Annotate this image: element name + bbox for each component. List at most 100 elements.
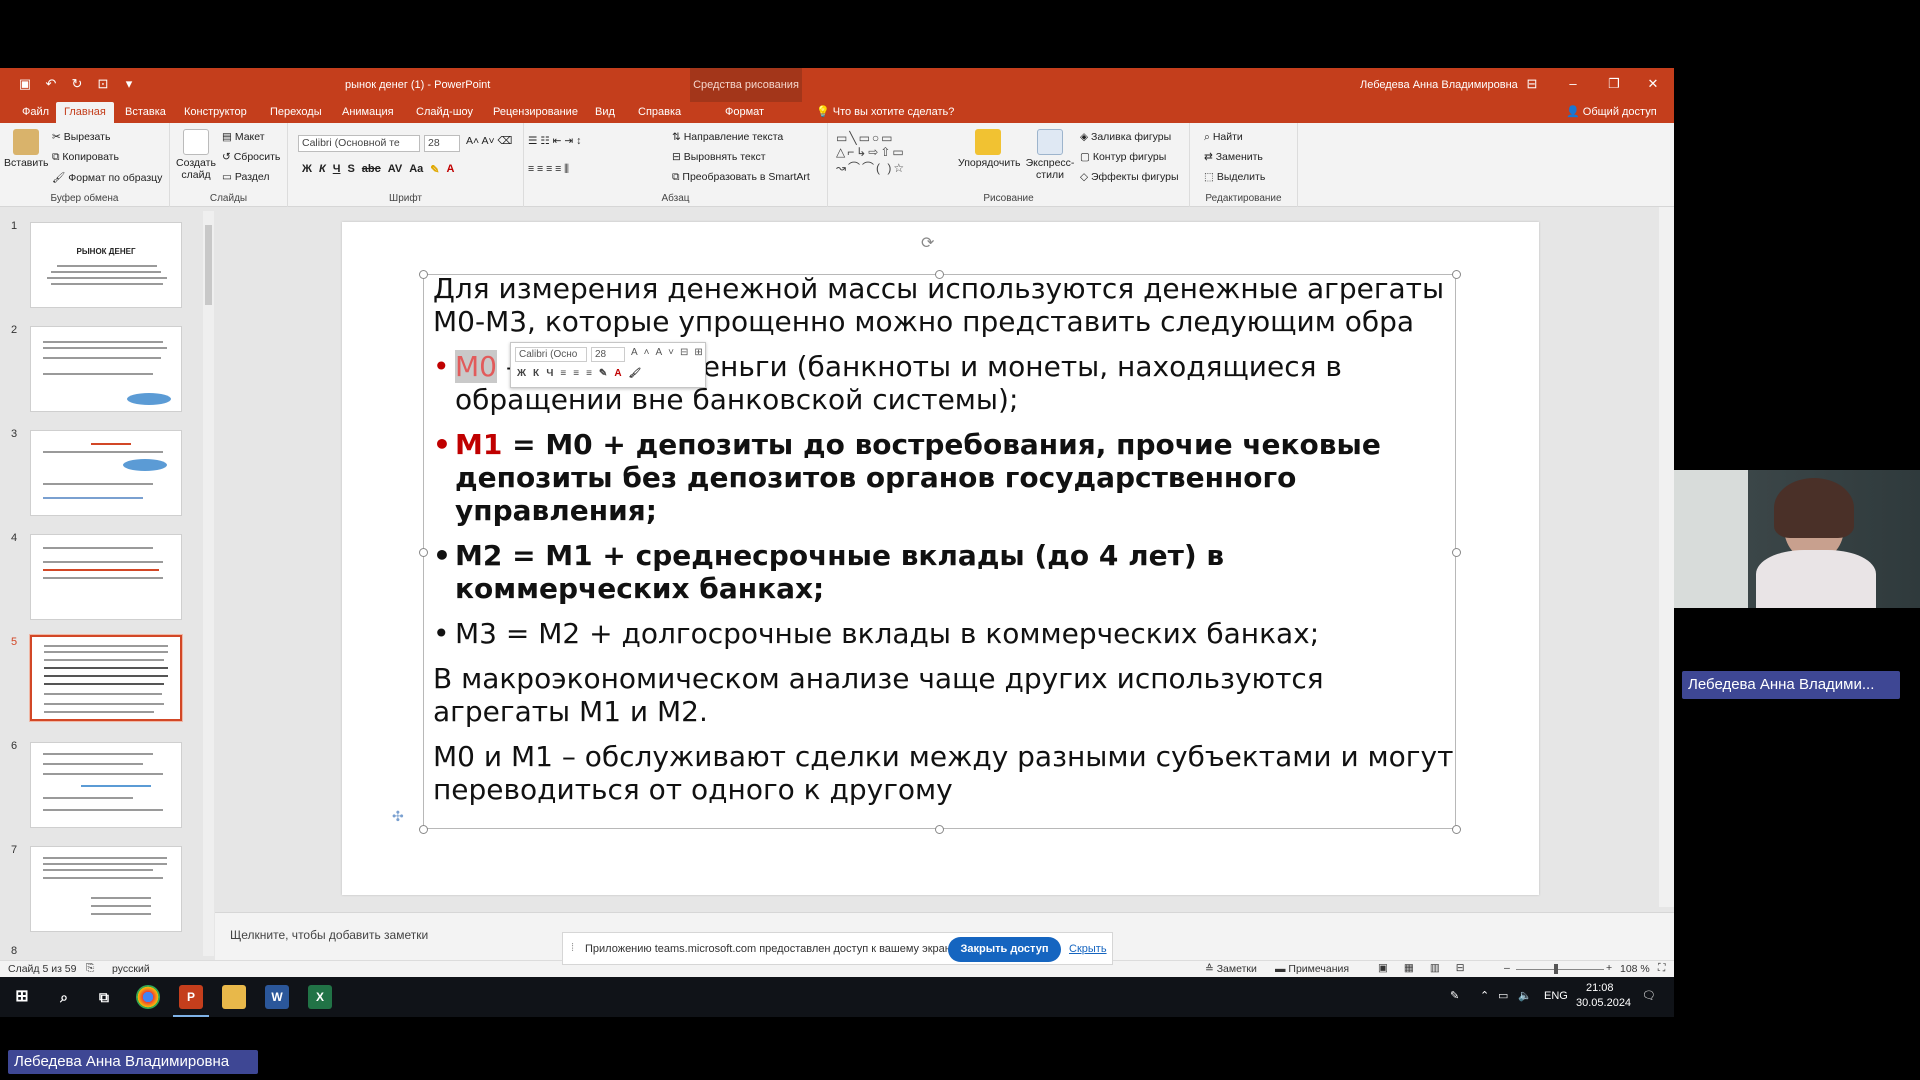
mini-size-buttons[interactable]: A˄A˅⊟⊞ (631, 347, 709, 358)
list-buttons[interactable]: ☰ ☷ ⇤ ⇥ ↕ (528, 135, 581, 147)
input-language[interactable]: ENG (1544, 990, 1568, 1002)
shapes-gallery[interactable]: ▭╲▭○▭ △⌐↳⇨⇧▭ ↝⌒⌒( )☆ (836, 131, 906, 176)
shape-fill-button[interactable]: ◈ Заливка фигуры (1080, 131, 1171, 143)
comments-toggle[interactable]: ▬ Примечания (1275, 963, 1349, 975)
scrollbar-grip[interactable] (205, 225, 212, 305)
resize-handle[interactable] (1452, 825, 1461, 834)
shadow-icon[interactable]: S (347, 163, 354, 176)
slide-thumbnail-1[interactable]: РЫНОК ДЕНЕГ (30, 222, 182, 308)
shape-effects-button[interactable]: ◇ Эффекты фигуры (1080, 171, 1179, 183)
file-explorer-icon[interactable] (222, 985, 246, 1009)
find-button[interactable]: ⌕ Найти (1204, 131, 1243, 144)
customize-qat-icon[interactable]: ▾ (122, 77, 136, 91)
zoom-in-icon[interactable]: + (1606, 962, 1612, 974)
word-icon[interactable]: W (265, 985, 289, 1009)
reset-button[interactable]: ↺ Сбросить (222, 151, 280, 163)
slide-thumbnail-2[interactable] (30, 326, 182, 412)
powerpoint-icon[interactable]: P (179, 985, 203, 1009)
drag-grip-icon[interactable]: ⁞ (571, 942, 574, 954)
start-slideshow-icon[interactable]: ⊡ (96, 77, 110, 91)
copy-button[interactable]: ⧉ Копировать (52, 151, 119, 164)
spacing-icon[interactable]: AV (388, 163, 402, 176)
layout-button[interactable]: ▤ Макет (222, 131, 265, 143)
volume-icon[interactable]: 🔈 (1518, 989, 1532, 1002)
zoom-slider[interactable] (1516, 969, 1604, 970)
bold-icon[interactable]: Ж (302, 163, 312, 176)
resize-handle[interactable] (419, 270, 428, 279)
spellcheck-icon[interactable]: ⎘ (86, 962, 94, 975)
resize-handle[interactable] (419, 548, 428, 557)
quick-styles-button[interactable]: Экспресс-стили (1022, 129, 1078, 181)
highlight-icon[interactable]: ✎ (430, 163, 439, 176)
view-buttons[interactable]: ▣▦▥⊟ (1378, 962, 1481, 974)
italic-icon[interactable]: К (319, 163, 326, 176)
tell-me-search[interactable]: 💡 Что вы хотите сделать? (808, 102, 962, 123)
section-button[interactable]: ▭ Раздел (222, 171, 270, 183)
zoom-slider-thumb[interactable] (1554, 964, 1558, 974)
slide-thumbnail-3[interactable] (30, 430, 182, 516)
cut-button[interactable]: ✂ Вырезать (52, 131, 110, 143)
format-painter-button[interactable]: 🖌 Формат по образцу (52, 171, 162, 184)
select-button[interactable]: ⬚ Выделить (1204, 171, 1265, 183)
search-icon[interactable]: ⌕ (52, 985, 76, 1009)
underline-icon[interactable]: Ч (333, 163, 341, 176)
tab-help[interactable]: Справка (630, 102, 689, 123)
tab-format[interactable]: Формат (717, 102, 772, 123)
excel-icon[interactable]: X (308, 985, 332, 1009)
network-icon[interactable]: ▭ (1498, 989, 1508, 1002)
save-icon[interactable]: ▣ (18, 77, 32, 91)
task-view-icon[interactable]: ⧉ (92, 985, 116, 1009)
zoom-out-icon[interactable]: – (1504, 962, 1510, 974)
tab-transitions[interactable]: Переходы (262, 102, 330, 123)
font-name-box[interactable]: Calibri (Основной те (298, 135, 420, 152)
align-buttons[interactable]: ≡ ≡ ≡ ≡ ⫼ (528, 163, 569, 176)
notes-toggle[interactable]: ≙ Заметки (1205, 963, 1257, 975)
tab-animations[interactable]: Анимация (334, 102, 402, 123)
case-icon[interactable]: Aa (409, 163, 423, 176)
pen-icon[interactable]: ✎ (1450, 989, 1459, 1002)
font-grow-shrink-icons[interactable]: A˄ A˅ ⌫ (466, 135, 512, 147)
autofit-options-icon[interactable]: ✣ (392, 808, 404, 825)
text-direction-button[interactable]: ⇅ Направление текста (672, 131, 783, 143)
font-size-box[interactable]: 28 (424, 135, 460, 152)
stop-sharing-button[interactable]: Закрыть доступ (948, 937, 1061, 962)
slide-canvas[interactable]: ⟳ ✣ Для измерения денежной массы использ… (342, 222, 1539, 895)
arrange-button[interactable]: Упорядочить (958, 129, 1020, 169)
rotate-handle-icon[interactable]: ⟳ (921, 236, 937, 252)
replace-button[interactable]: ⇄ Заменить (1204, 151, 1263, 163)
hide-link[interactable]: Скрыть (1069, 943, 1107, 955)
new-slide-button[interactable]: Создать слайд (176, 129, 216, 181)
shape-outline-button[interactable]: ▢ Контур фигуры (1080, 151, 1166, 163)
windows-start-icon[interactable]: ⊞ (10, 985, 34, 1009)
tab-home[interactable]: Главная (56, 102, 114, 123)
smartart-button[interactable]: ⧉ Преобразовать в SmartArt (672, 171, 810, 184)
mini-toolbar[interactable]: Calibri (Осно 28 A˄A˅⊟⊞ ЖКЧ≡≡≡✎A🖌 (510, 342, 706, 388)
align-text-button[interactable]: ⊟ Выровнять текст (672, 151, 766, 163)
slide-scrollbar[interactable] (1659, 207, 1674, 907)
mini-font-box[interactable]: Calibri (Осно (515, 347, 587, 362)
tab-design[interactable]: Конструктор (176, 102, 255, 123)
thumbnail-scrollbar[interactable] (203, 211, 214, 956)
mini-size-box[interactable]: 28 (591, 347, 625, 362)
tab-file[interactable]: Файл (14, 102, 57, 123)
slide-thumbnail-4[interactable] (30, 534, 182, 620)
clock-time[interactable]: 21:08 (1586, 982, 1614, 994)
tab-review[interactable]: Рецензирование (485, 102, 586, 123)
mini-format-buttons[interactable]: ЖКЧ≡≡≡✎A🖌 (517, 368, 648, 379)
notifications-icon[interactable]: 🗨 (1642, 989, 1656, 1002)
resize-handle[interactable] (935, 825, 944, 834)
chrome-icon[interactable] (136, 985, 160, 1009)
tab-view[interactable]: Вид (587, 102, 623, 123)
tab-slideshow[interactable]: Слайд-шоу (408, 102, 481, 123)
minimize-icon[interactable]: – (1565, 76, 1581, 91)
share-button[interactable]: 👤 Общий доступ (1558, 102, 1665, 123)
strike-icon[interactable]: abc (362, 163, 381, 176)
chevron-up-icon[interactable]: ⌃ (1480, 989, 1489, 1002)
restore-icon[interactable]: ❐ (1606, 76, 1622, 92)
font-color-icon[interactable]: A (447, 163, 455, 176)
account-name[interactable]: Лебедева Анна Владимировна (1360, 79, 1518, 91)
slide-thumbnail-7[interactable] (30, 846, 182, 932)
redo-icon[interactable]: ↻ (70, 77, 84, 91)
clock-date[interactable]: 30.05.2024 (1576, 997, 1631, 1009)
slide-thumbnail-5-selected[interactable] (30, 635, 182, 721)
